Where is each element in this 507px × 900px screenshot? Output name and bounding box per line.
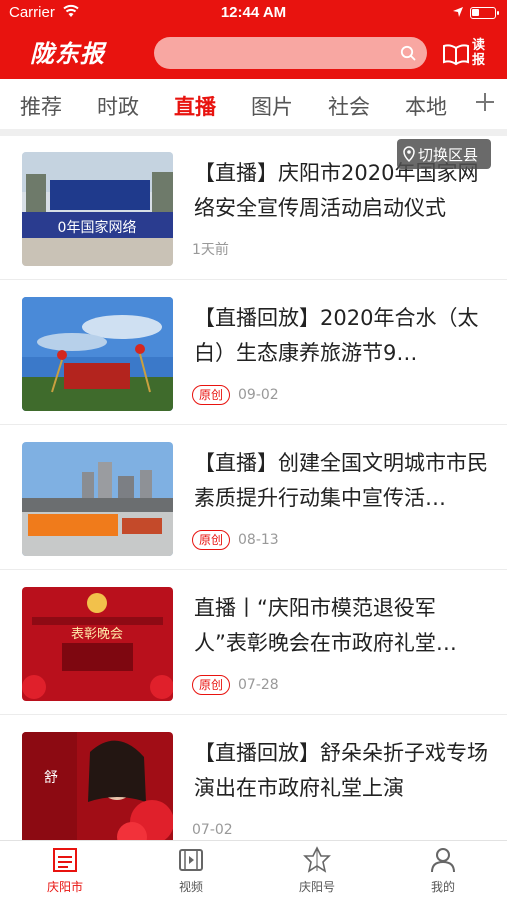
open-book-icon	[443, 44, 469, 66]
battery-icon	[470, 7, 499, 19]
nav-mine[interactable]: 我的	[408, 845, 478, 895]
read-newspaper-button[interactable]: 读报	[442, 38, 492, 70]
nav-label: 我的	[430, 880, 455, 894]
thumbnail-banner-text: 表彰晚会	[71, 626, 123, 642]
news-date: 09-02	[238, 387, 279, 403]
news-item[interactable]: 【直播回放】2020年合水（太白）生态康养旅游节9… 原创 09-02	[0, 281, 507, 425]
nav-qingyang[interactable]: 庆阳市	[30, 845, 100, 895]
news-item[interactable]: 表彰晚会 直播丨“庆阳市模范退役军人”表彰晚会在市政府礼堂… 原创 07-28	[0, 571, 507, 715]
news-date: 1天前	[192, 242, 229, 258]
news-title[interactable]: 【直播】创建全国文明城市市民素质提升行动集中宣传活…	[194, 446, 488, 516]
divider	[0, 129, 507, 136]
tab-recommend[interactable]: 推荐	[20, 91, 62, 121]
news-meta: 1天前	[192, 240, 229, 260]
search-icon[interactable]	[400, 45, 416, 61]
nav-video[interactable]: 视频	[156, 845, 226, 895]
news-meta: 原创 07-28	[192, 675, 279, 695]
tab-live[interactable]: 直播	[174, 91, 216, 121]
location-pin-icon	[403, 146, 415, 162]
star-icon	[303, 846, 331, 873]
tab-pictures[interactable]: 图片	[251, 91, 293, 121]
news-title[interactable]: 【直播回放】舒朵朵折子戏专场演出在市政府礼堂上演	[194, 736, 488, 806]
tab-local[interactable]: 本地	[405, 91, 447, 121]
status-bar: Carrier 12:44 AM	[0, 0, 507, 26]
add-channel-icon[interactable]	[474, 89, 496, 115]
news-thumbnail	[22, 442, 173, 556]
tab-society[interactable]: 社会	[328, 91, 370, 121]
read-label: 读报	[472, 38, 486, 68]
category-tabs: 推荐 时政 直播 图片 社会 本地	[0, 79, 507, 129]
news-thumbnail: 0年国家网络	[22, 152, 173, 266]
original-badge: 原创	[192, 530, 231, 550]
user-icon	[431, 848, 455, 873]
news-date: 07-28	[238, 677, 279, 693]
thumbnail-banner-text: 0年国家网络	[58, 219, 137, 236]
switch-region-label: 切换区县	[418, 146, 479, 164]
news-icon	[53, 848, 77, 872]
news-item[interactable]: 【直播】创建全国文明城市市民素质提升行动集中宣传活… 原创 08-13	[0, 426, 507, 570]
news-item[interactable]: 舒 【直播回放】舒朵朵折子戏专场演出在市政府礼堂上演 07-02	[0, 716, 507, 860]
nav-label: 庆阳市	[46, 880, 83, 894]
news-thumbnail: 表彰晚会	[22, 587, 173, 701]
nav-qingyang-hao[interactable]: 庆阳号	[282, 845, 352, 895]
news-title[interactable]: 【直播回放】2020年合水（太白）生态康养旅游节9…	[194, 301, 488, 371]
bottom-nav: 庆阳市 视频 庆阳号 我的	[0, 840, 507, 900]
news-meta: 原创 09-02	[192, 385, 279, 405]
original-badge: 原创	[192, 385, 231, 405]
nav-label: 庆阳号	[298, 880, 335, 894]
news-meta: 原创 08-13	[192, 530, 279, 550]
news-date: 08-13	[238, 532, 279, 548]
news-date: 07-02	[192, 822, 233, 838]
original-badge: 原创	[192, 675, 231, 695]
clock: 12:44 AM	[220, 4, 287, 21]
app-logo[interactable]: 陇东报	[30, 34, 105, 69]
tab-politics[interactable]: 时政	[97, 91, 139, 121]
news-meta: 07-02	[192, 820, 233, 840]
nav-label: 视频	[178, 880, 203, 894]
location-arrow-icon	[453, 7, 463, 17]
app-header: Carrier 12:44 AM 陇东报 读报	[0, 0, 507, 79]
search-input[interactable]	[154, 37, 427, 69]
video-icon	[179, 849, 203, 871]
news-title[interactable]: 直播丨“庆阳市模范退役军人”表彰晚会在市政府礼堂…	[194, 591, 488, 661]
svg-text:舒: 舒	[44, 770, 58, 786]
switch-region-button[interactable]: 切换区县	[397, 139, 491, 169]
news-thumbnail	[22, 297, 173, 411]
news-thumbnail: 舒	[22, 732, 173, 846]
